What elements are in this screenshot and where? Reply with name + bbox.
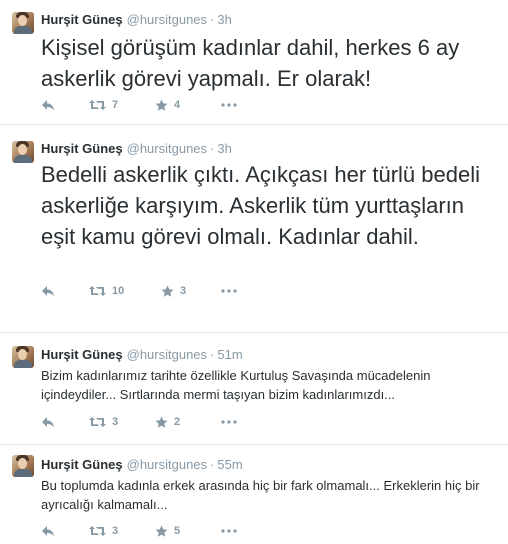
reply-icon	[42, 286, 54, 297]
favorite-count: 2	[174, 416, 181, 428]
more-button[interactable]	[221, 414, 237, 430]
retweet-button[interactable]: 3	[89, 523, 118, 539]
favorite-icon	[155, 525, 168, 537]
retweet-icon	[89, 100, 106, 110]
author-name[interactable]: Hurşit Güneş	[41, 457, 123, 472]
tweet-text: Bizim kadınlarımız tarihte özellikle Kur…	[41, 368, 431, 402]
more-icon	[221, 289, 237, 293]
retweet-button[interactable]: 10	[89, 283, 124, 299]
reply-icon	[42, 526, 54, 537]
divider	[0, 332, 508, 333]
reply-button[interactable]	[41, 523, 55, 539]
separator-dot: ·	[210, 12, 215, 27]
more-button[interactable]	[221, 523, 237, 539]
reply-icon	[42, 417, 54, 428]
divider	[0, 124, 508, 125]
retweet-count: 3	[112, 416, 119, 428]
author-handle[interactable]: @hursitgunes	[127, 457, 207, 472]
avatar[interactable]	[12, 141, 34, 163]
more-icon	[221, 103, 237, 107]
reply-button[interactable]	[41, 97, 55, 113]
tweet-text: Bedelli askerlik çıktı. Açıkçası her tür…	[41, 162, 480, 249]
reply-icon	[42, 100, 54, 111]
timestamp[interactable]: 55m	[217, 457, 242, 472]
tweet-text: Kişisel görüşüm kadınlar dahil, herkes 6…	[41, 35, 460, 91]
avatar[interactable]	[12, 12, 34, 34]
author-handle[interactable]: @hursitgunes	[127, 12, 207, 27]
favorite-icon	[155, 99, 168, 111]
author-handle[interactable]: @hursitgunes	[127, 347, 207, 362]
author-name[interactable]: Hurşit Güneş	[41, 12, 123, 27]
retweet-button[interactable]: 7	[89, 97, 118, 113]
retweet-icon	[89, 286, 106, 296]
more-icon	[221, 529, 237, 533]
author-name[interactable]: Hurşit Güneş	[41, 347, 123, 362]
favorite-button[interactable]: 2	[155, 414, 180, 430]
timestamp[interactable]: 3h	[217, 12, 231, 27]
tweet-header: Hurşit Güneş @hursitgunes · 51m	[41, 347, 243, 362]
separator-dot: ·	[210, 457, 215, 472]
favorite-button[interactable]: 5	[155, 523, 180, 539]
more-button[interactable]	[221, 97, 237, 113]
timestamp[interactable]: 51m	[217, 347, 242, 362]
favorite-count: 3	[180, 285, 187, 297]
retweet-count: 3	[112, 525, 119, 537]
separator-dot: ·	[210, 141, 215, 156]
author-handle[interactable]: @hursitgunes	[127, 141, 207, 156]
retweet-count: 10	[112, 285, 125, 297]
reply-button[interactable]	[41, 283, 55, 299]
tweet-header: Hurşit Güneş @hursitgunes · 3h	[41, 141, 232, 156]
separator-dot: ·	[210, 347, 215, 362]
more-icon	[221, 420, 237, 424]
divider	[0, 444, 508, 445]
tweet-text: Bu toplumda kadınla erkek arasında hiç b…	[41, 478, 480, 512]
avatar[interactable]	[12, 346, 34, 368]
retweet-icon	[89, 526, 106, 536]
retweet-button[interactable]: 3	[89, 414, 118, 430]
more-button[interactable]	[221, 283, 237, 299]
avatar[interactable]	[12, 455, 34, 477]
reply-button[interactable]	[41, 414, 55, 430]
timestamp[interactable]: 3h	[217, 141, 231, 156]
favorite-count: 4	[174, 99, 181, 111]
author-name[interactable]: Hurşit Güneş	[41, 141, 123, 156]
tweet-header: Hurşit Güneş @hursitgunes · 55m	[41, 457, 243, 472]
favorite-button[interactable]: 3	[161, 283, 186, 299]
favorite-button[interactable]: 4	[155, 97, 180, 113]
tweet-header: Hurşit Güneş @hursitgunes · 3h	[41, 12, 232, 27]
favorite-icon	[155, 416, 168, 428]
retweet-icon	[89, 417, 106, 427]
favorite-count: 5	[174, 525, 181, 537]
favorite-icon	[161, 285, 174, 297]
retweet-count: 7	[112, 99, 119, 111]
